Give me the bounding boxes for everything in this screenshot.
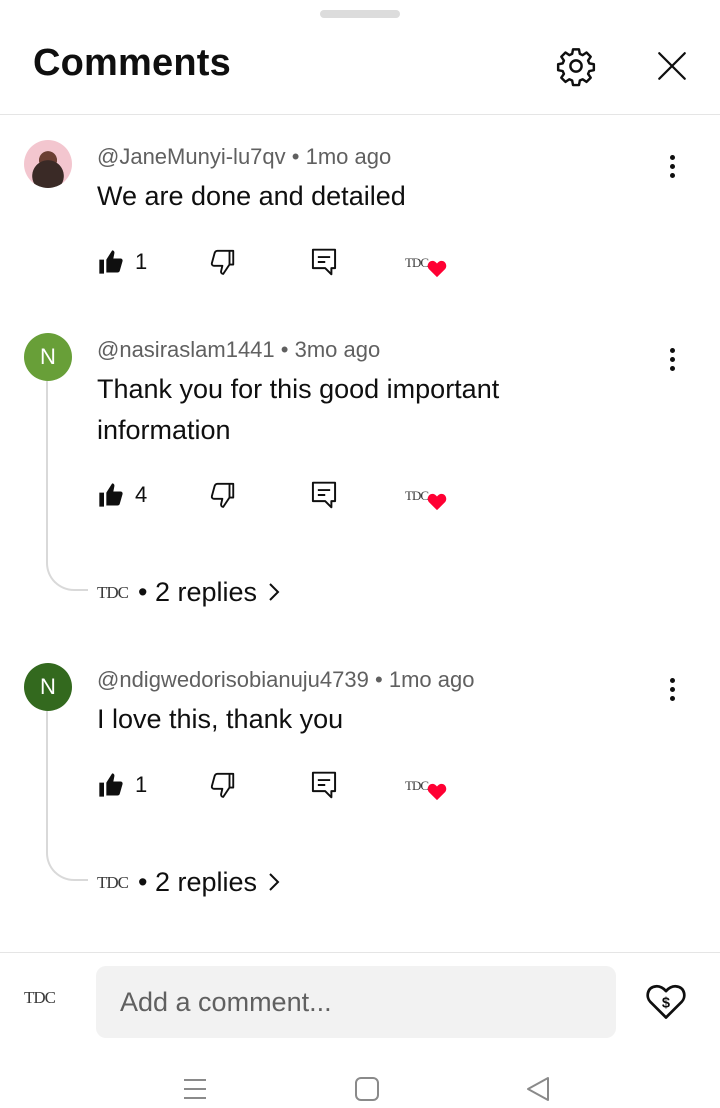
home-button[interactable]	[347, 1074, 387, 1104]
reply-comment-icon	[311, 248, 337, 276]
creator-logo: TDC	[97, 582, 129, 602]
view-replies-button[interactable]: TDC • 2 replies	[97, 862, 281, 902]
page-title: Comments	[33, 42, 231, 84]
more-vert-icon	[669, 153, 675, 180]
recent-apps-button[interactable]	[175, 1074, 215, 1104]
triangle-back-icon	[527, 1077, 549, 1101]
reply-button[interactable]	[309, 242, 339, 282]
like-count: 1	[135, 772, 148, 797]
comment-author[interactable]: @nasiraslam1441	[97, 337, 275, 362]
heart-icon	[427, 783, 447, 801]
system-nav-bar	[0, 1060, 720, 1108]
creator-logo: TDC	[405, 487, 429, 503]
comment-time: 1mo ago	[305, 144, 392, 169]
creator-heart-badge[interactable]: TDC	[405, 765, 449, 805]
square-home-icon	[355, 1077, 379, 1101]
thumbs-up-icon	[99, 483, 123, 507]
menu-lines-icon	[184, 1079, 206, 1099]
view-replies-button[interactable]: TDC • 2 replies	[97, 572, 281, 612]
comment-text: We are done and detailed	[97, 181, 406, 211]
creator-logo: TDC	[97, 872, 129, 892]
like-count: 1	[135, 249, 148, 274]
replies-label: 2 replies	[154, 576, 258, 607]
like-button[interactable]: 1	[97, 765, 147, 805]
drag-handle[interactable]	[320, 10, 400, 18]
user-avatar[interactable]: TDC	[24, 988, 56, 1008]
comment-menu-button[interactable]	[652, 146, 692, 186]
creator-heart-badge[interactable]: TDC	[405, 242, 449, 282]
reply-button[interactable]	[309, 765, 339, 805]
comment-menu-button[interactable]	[652, 339, 692, 379]
heart-icon	[427, 493, 447, 511]
comment-author[interactable]: @JaneMunyi-lu7qv	[97, 144, 286, 169]
comments-header: Comments	[0, 28, 720, 115]
heart-icon	[427, 260, 447, 278]
svg-text:$: $	[662, 995, 670, 1011]
replies-count: • 2 replies	[138, 866, 258, 897]
dislike-button[interactable]	[207, 475, 237, 515]
more-vert-icon	[669, 676, 675, 703]
avatar-letter: N	[40, 344, 56, 369]
reply-comment-icon	[311, 481, 337, 509]
thumbs-up-icon	[99, 773, 123, 797]
thumbs-down-icon	[210, 772, 235, 798]
meta-separator: •	[375, 667, 383, 692]
thumbs-down-icon	[210, 249, 235, 275]
comment-composer: TDC $	[0, 952, 720, 1053]
comment-meta: @JaneMunyi-lu7qv • 1mo ago	[97, 144, 391, 170]
comment-actions: 1 TDC	[97, 242, 497, 282]
close-button[interactable]	[648, 42, 696, 90]
super-thanks-button[interactable]: $	[644, 979, 692, 1027]
super-thanks-heart-dollar-icon: $	[646, 984, 686, 1019]
like-button[interactable]: 1	[97, 242, 147, 282]
comment-time: 3mo ago	[294, 337, 381, 362]
settings-button[interactable]	[552, 42, 600, 90]
creator-heart-badge[interactable]: TDC	[405, 475, 449, 515]
more-vert-icon	[669, 346, 675, 373]
dislike-button[interactable]	[207, 242, 237, 282]
replies-label: 2 replies	[154, 866, 258, 897]
meta-separator: •	[291, 144, 300, 169]
comment-text: Thank you for this good important inform…	[97, 374, 500, 445]
avatar[interactable]: N	[24, 333, 72, 381]
like-button[interactable]: 4	[97, 475, 147, 515]
chevron-right-icon	[269, 583, 280, 601]
avatar[interactable]	[24, 140, 72, 188]
comment-meta: @ndigwedorisobianuju4739 • 1mo ago	[97, 667, 474, 693]
gear-icon	[556, 48, 596, 87]
thread-line	[46, 381, 88, 591]
creator-logo: TDC	[405, 777, 429, 793]
comment-text: I love this, thank you	[97, 704, 344, 734]
reply-button[interactable]	[309, 475, 339, 515]
replies-count: • 2 replies	[138, 576, 258, 607]
comment-time: 1mo ago	[388, 667, 475, 692]
thread-line	[46, 711, 88, 881]
reply-comment-icon	[311, 771, 337, 799]
avatar-letter: N	[40, 674, 56, 699]
comment-menu-button[interactable]	[652, 669, 692, 709]
dislike-button[interactable]	[207, 765, 237, 805]
creator-logo: TDC	[24, 988, 56, 1007]
thumbs-up-icon	[99, 250, 123, 274]
back-button[interactable]	[518, 1074, 558, 1104]
comment-actions: 1 TDC	[97, 765, 497, 805]
thumbs-down-icon	[210, 482, 235, 508]
comment-input[interactable]	[96, 966, 616, 1038]
like-count: 4	[135, 482, 148, 507]
comment-meta: @nasiraslam1441 • 3mo ago	[97, 337, 380, 363]
meta-separator: •	[280, 337, 289, 362]
close-icon	[658, 52, 686, 80]
comment-actions: 4 TDC	[97, 475, 497, 515]
creator-logo: TDC	[405, 254, 429, 270]
avatar[interactable]: N	[24, 663, 72, 711]
chevron-right-icon	[269, 873, 280, 891]
comment-author[interactable]: @ndigwedorisobianuju4739	[97, 667, 369, 692]
